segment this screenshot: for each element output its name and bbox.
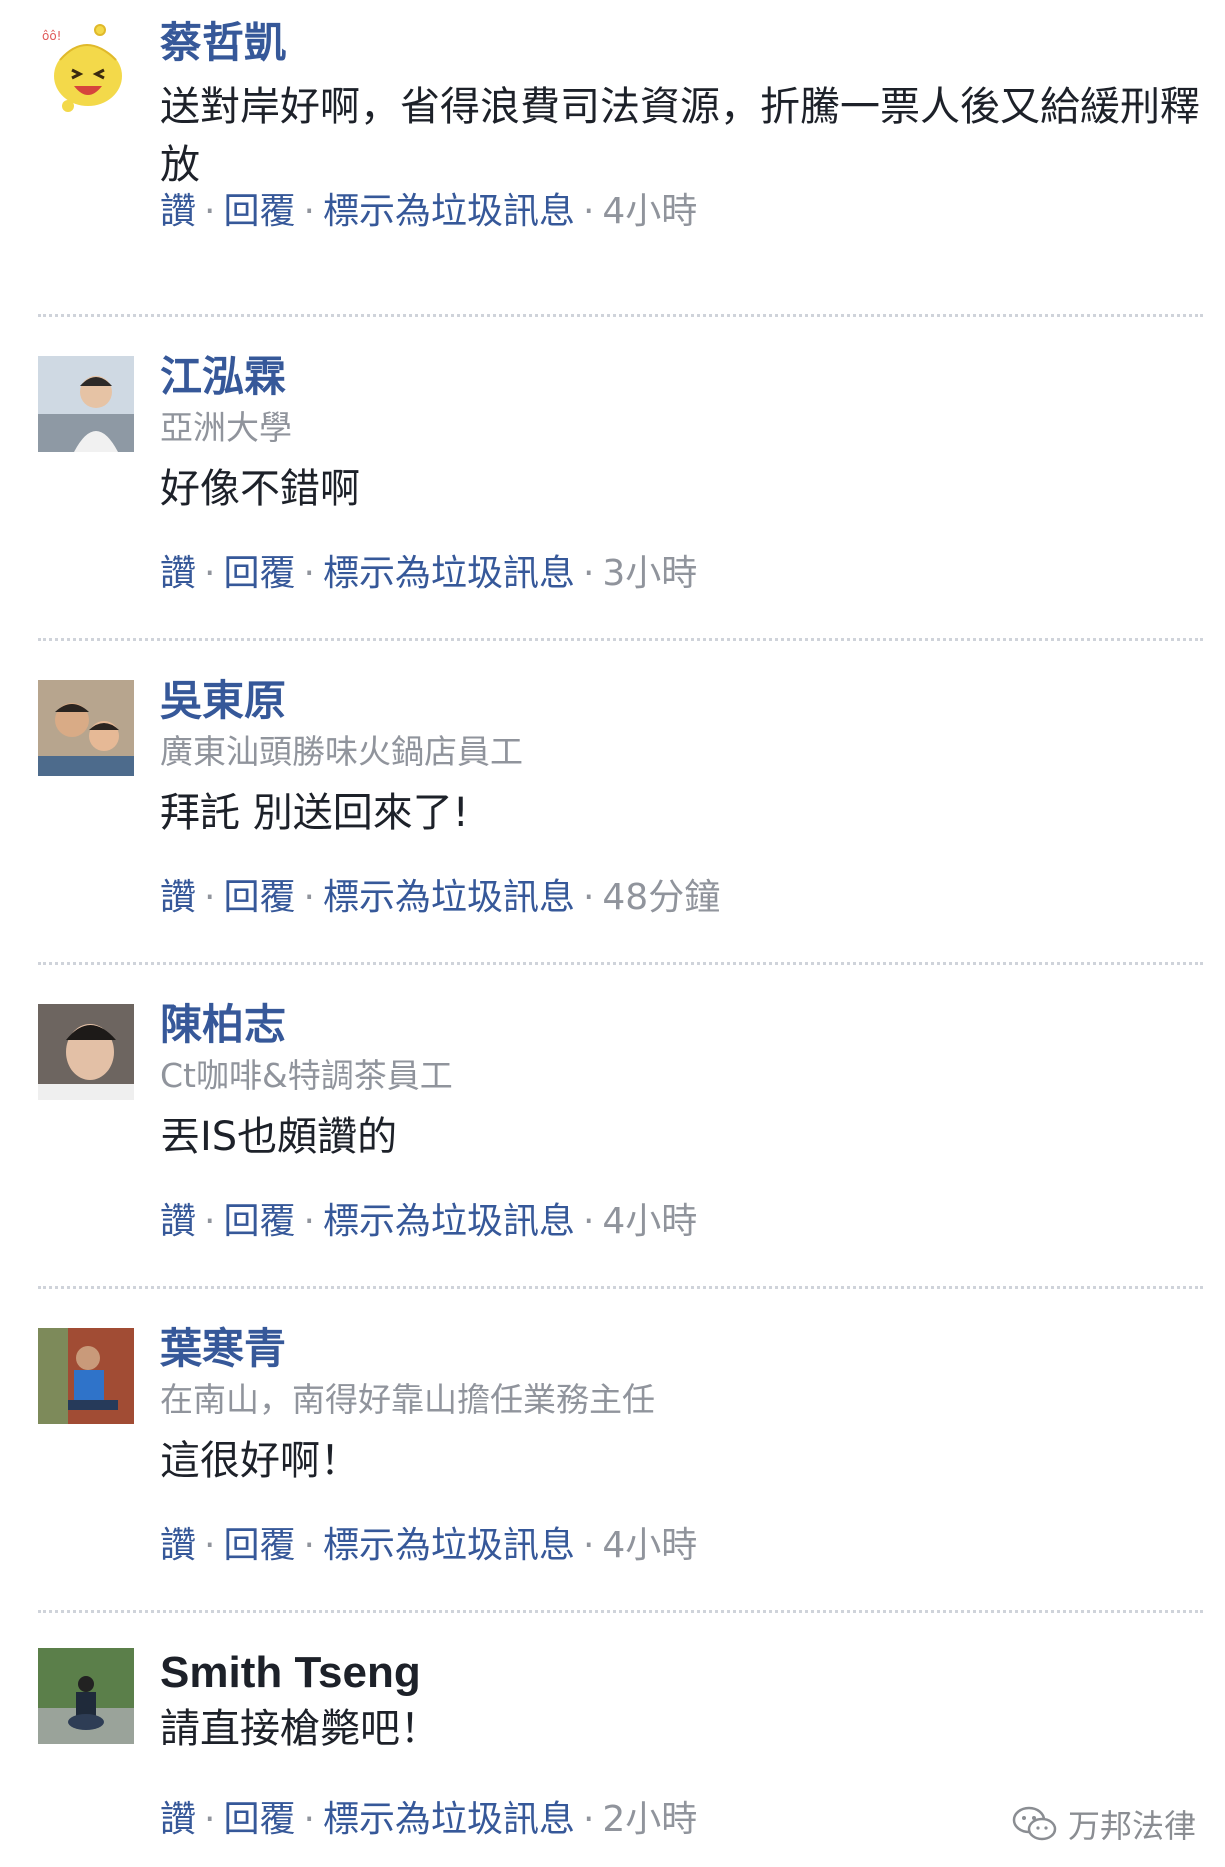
comment-actions: 讚 · 回覆 · 標示為垃圾訊息 · 48分鐘 bbox=[160, 876, 720, 920]
mark-spam-button[interactable]: 標示為垃圾訊息 bbox=[323, 191, 575, 232]
comment-timestamp[interactable]: 4小時 bbox=[602, 1201, 697, 1242]
svg-text:ôô!: ôô! bbox=[42, 29, 62, 43]
separator-dot: · bbox=[204, 1525, 216, 1566]
commenter-workplace: 在南山，南得好靠山擔任業務主任 bbox=[160, 1380, 655, 1419]
mark-spam-button[interactable]: 標示為垃圾訊息 bbox=[323, 553, 575, 594]
commenter-name[interactable]: Smith Tseng bbox=[160, 1648, 421, 1698]
cartoon-face-icon: ôô! bbox=[42, 24, 122, 112]
separator-dot: · bbox=[582, 1799, 595, 1840]
watermark-label: 万邦法律 bbox=[1068, 1807, 1197, 1845]
commenter-name[interactable]: 蔡哲凱 bbox=[160, 18, 286, 68]
commenter-name[interactable]: 陳柏志 bbox=[160, 1000, 286, 1050]
comment-divider bbox=[38, 1286, 1203, 1289]
separator-dot: · bbox=[303, 877, 315, 918]
photo-avatar[interactable] bbox=[38, 356, 134, 452]
watermark: 万邦法律 bbox=[1010, 1800, 1196, 1848]
cartoon-avatar[interactable]: ôô! bbox=[38, 20, 134, 116]
separator-dot: · bbox=[582, 191, 595, 232]
like-button[interactable]: 讚 bbox=[160, 191, 196, 232]
separator-dot: · bbox=[303, 191, 315, 232]
mark-spam-button[interactable]: 標示為垃圾訊息 bbox=[323, 877, 575, 918]
commenter-workplace: 亞洲大學 bbox=[160, 408, 292, 447]
separator-dot: · bbox=[204, 1799, 216, 1840]
like-button[interactable]: 讚 bbox=[160, 1525, 196, 1566]
separator-dot: · bbox=[303, 1201, 315, 1242]
separator-dot: · bbox=[582, 553, 595, 594]
separator-dot: · bbox=[204, 553, 216, 594]
person-photo-icon bbox=[38, 1328, 134, 1424]
comment-text: 好像不錯啊 bbox=[160, 466, 360, 512]
comment-actions: 讚 · 回覆 · 標示為垃圾訊息 · 4小時 bbox=[160, 190, 697, 234]
person-photo-icon bbox=[38, 1648, 134, 1744]
reply-button[interactable]: 回覆 bbox=[223, 553, 295, 594]
comment-timestamp[interactable]: 4小時 bbox=[602, 1525, 697, 1566]
wechat-icon bbox=[1012, 1806, 1057, 1841]
person-photo-icon bbox=[38, 356, 134, 452]
mark-spam-button[interactable]: 標示為垃圾訊息 bbox=[323, 1799, 575, 1840]
comment-feed: ôô! 蔡哲凱 送對岸好啊，省得浪費司法資源，折騰一票人後又給緩刑釋放 讚 · 回覆… bbox=[0, 0, 1225, 1867]
reply-button[interactable]: 回覆 bbox=[223, 1525, 295, 1566]
separator-dot: · bbox=[582, 1201, 595, 1242]
comment-actions: 讚 · 回覆 · 標示為垃圾訊息 · 2小時 bbox=[160, 1798, 697, 1842]
reply-button[interactable]: 回覆 bbox=[223, 1799, 295, 1840]
comment-divider bbox=[38, 314, 1203, 317]
commenter-name[interactable]: 葉寒青 bbox=[160, 1324, 286, 1374]
separator-dot: · bbox=[303, 1525, 315, 1566]
comment-item: 葉寒青 在南山，南得好靠山擔任業務主任 這很好啊！ 讚 · 回覆 · 標示為垃圾訊息 · 4… bbox=[0, 1312, 1225, 1602]
separator-dot: · bbox=[204, 191, 216, 232]
comment-text: 這很好啊！ bbox=[160, 1438, 360, 1484]
like-button[interactable]: 讚 bbox=[160, 553, 196, 594]
comment-divider bbox=[38, 962, 1203, 965]
comment-text: 送對岸好啊，省得浪費司法資源，折騰一票人後又給緩刑釋放 bbox=[160, 84, 1200, 188]
photo-avatar[interactable] bbox=[38, 1328, 134, 1424]
separator-dot: · bbox=[204, 877, 216, 918]
comment-timestamp[interactable]: 48分鐘 bbox=[602, 877, 720, 918]
like-button[interactable]: 讚 bbox=[160, 1799, 196, 1840]
separator-dot: · bbox=[303, 553, 315, 594]
mark-spam-button[interactable]: 標示為垃圾訊息 bbox=[323, 1525, 575, 1566]
separator-dot: · bbox=[582, 1525, 595, 1566]
commenter-name[interactable]: 吳東原 bbox=[160, 676, 286, 726]
comment-timestamp[interactable]: 3小時 bbox=[602, 553, 697, 594]
comment-divider bbox=[38, 638, 1203, 641]
comment-divider bbox=[38, 1610, 1203, 1613]
comment-item: 吳東原 廣東汕頭勝味火鍋店員工 拜託 別送回來了! 讚 · 回覆 · 標示為垃圾訊息 · 4… bbox=[0, 664, 1225, 954]
reply-button[interactable]: 回覆 bbox=[223, 1201, 295, 1242]
reply-button[interactable]: 回覆 bbox=[223, 191, 295, 232]
commenter-workplace: 廣東汕頭勝味火鍋店員工 bbox=[160, 732, 523, 771]
comment-actions: 讚 · 回覆 · 標示為垃圾訊息 · 4小時 bbox=[160, 1524, 697, 1568]
like-button[interactable]: 讚 bbox=[160, 877, 196, 918]
reply-button[interactable]: 回覆 bbox=[223, 877, 295, 918]
comment-text: 丟IS也頗讚的 bbox=[160, 1114, 398, 1160]
comment-item: 江泓霖 亞洲大學 好像不錯啊 讚 · 回覆 · 標示為垃圾訊息 · 3小時 bbox=[0, 340, 1225, 630]
comment-text: 請直接槍斃吧！ bbox=[160, 1706, 440, 1752]
photo-avatar[interactable] bbox=[38, 1648, 134, 1744]
comment-item: 陳柏志 Ct咖啡&特調茶員工 丟IS也頗讚的 讚 · 回覆 · 標示為垃圾訊息 · 4小時 bbox=[0, 988, 1225, 1278]
person-photo-icon bbox=[38, 680, 134, 776]
commenter-workplace: Ct咖啡&特調茶員工 bbox=[160, 1056, 453, 1095]
separator-dot: · bbox=[582, 877, 595, 918]
comment-item: ôô! 蔡哲凱 送對岸好啊，省得浪費司法資源，折騰一票人後又給緩刑釋放 讚 · 回覆… bbox=[0, 10, 1225, 310]
comment-actions: 讚 · 回覆 · 標示為垃圾訊息 · 3小時 bbox=[160, 552, 697, 596]
like-button[interactable]: 讚 bbox=[160, 1201, 196, 1242]
commenter-name[interactable]: 江泓霖 bbox=[160, 352, 286, 402]
comment-actions: 讚 · 回覆 · 標示為垃圾訊息 · 4小時 bbox=[160, 1200, 697, 1244]
comment-text: 拜託 別送回來了! bbox=[160, 790, 469, 836]
separator-dot: · bbox=[204, 1201, 216, 1242]
person-photo-icon bbox=[38, 1004, 134, 1100]
photo-avatar[interactable] bbox=[38, 1004, 134, 1100]
comment-timestamp[interactable]: 2小時 bbox=[602, 1799, 697, 1840]
photo-avatar[interactable] bbox=[38, 680, 134, 776]
comment-timestamp[interactable]: 4小時 bbox=[602, 191, 697, 232]
mark-spam-button[interactable]: 標示為垃圾訊息 bbox=[323, 1201, 575, 1242]
separator-dot: · bbox=[303, 1799, 315, 1840]
